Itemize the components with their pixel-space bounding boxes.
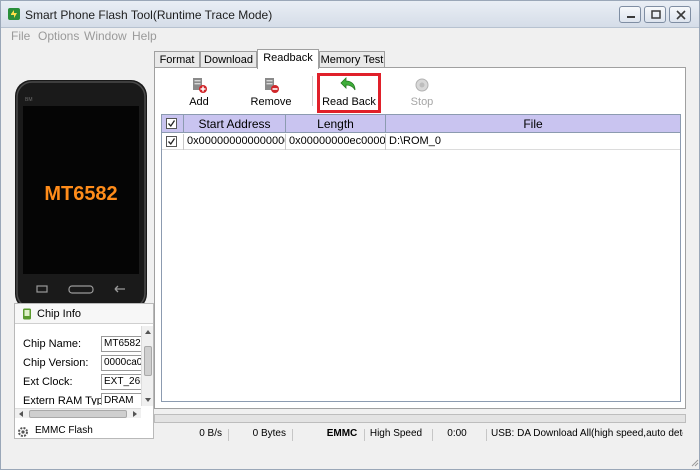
chip-info-panel: Chip Info Chip Name: MT6582 Chip Version… xyxy=(14,303,154,439)
select-all-header[interactable] xyxy=(162,115,184,133)
status-mode: High Speed xyxy=(369,428,423,439)
status-bar: 0 B/s 0 Bytes EMMC High Speed 0:00 USB: … xyxy=(154,428,686,442)
file-cell[interactable]: D:\ROM_0 xyxy=(386,134,680,150)
table-row[interactable]: 0x0000000000000000 0x00000000ec000000 D:… xyxy=(162,134,680,150)
tab-memory-test[interactable]: Memory Test xyxy=(319,51,385,68)
status-time: 0:00 xyxy=(447,428,467,439)
scroll-up-icon[interactable] xyxy=(143,328,153,336)
readback-toolbar: Add Remove Read Back Stop xyxy=(155,68,685,113)
table-header: Start Address Length File xyxy=(162,115,680,133)
storage-label: EMMC Flash xyxy=(35,425,93,436)
status-speed: 0 B/s xyxy=(199,428,222,439)
column-start-address[interactable]: Start Address xyxy=(184,115,286,133)
gear-icon xyxy=(18,427,28,437)
chip-info-vertical-scrollbar[interactable] xyxy=(141,326,153,406)
maximize-button[interactable] xyxy=(644,6,666,23)
chip-name-field[interactable]: MT6582 xyxy=(101,336,143,352)
length-cell[interactable]: 0x00000000ec000000 xyxy=(286,134,386,150)
tab-readback[interactable]: Readback xyxy=(257,49,319,69)
title-bar: Smart Phone Flash Tool(Runtime Trace Mod… xyxy=(1,1,699,28)
chip-version-label: Chip Version: xyxy=(23,357,89,369)
scroll-right-icon[interactable] xyxy=(131,409,139,419)
menu-window[interactable]: Window xyxy=(84,29,127,43)
check-icon xyxy=(168,120,176,128)
chip-info-title: Chip Info xyxy=(37,308,82,320)
row-checkbox-cell[interactable] xyxy=(162,134,184,150)
status-bytes: 0 Bytes xyxy=(252,428,286,439)
scroll-down-icon[interactable] xyxy=(143,396,153,404)
chip-name-row: Chip Name: MT6582 xyxy=(23,336,149,352)
menu-bar: File Options Window Help xyxy=(1,29,699,47)
chip-version-row: Chip Version: 0000ca01 xyxy=(23,355,149,371)
phone-chip-label: MT6582 xyxy=(44,183,117,205)
add-label: Add xyxy=(189,96,209,108)
resize-grip-icon[interactable] xyxy=(689,457,699,467)
column-file[interactable]: File xyxy=(386,115,680,133)
add-icon xyxy=(193,78,207,93)
stop-button[interactable]: Stop xyxy=(392,76,452,110)
status-divider xyxy=(228,429,229,441)
scroll-left-icon[interactable] xyxy=(17,409,25,419)
readback-table: Start Address Length File 0x000000000000… xyxy=(161,114,681,402)
minimize-icon xyxy=(627,16,635,18)
tab-bar: Format Download Readback Memory Test xyxy=(154,49,686,69)
tab-download[interactable]: Download xyxy=(200,51,257,68)
stop-label: Stop xyxy=(410,96,434,108)
device-panel: BM MT6582 Chip Info Chip Name: MT6582 Ch… xyxy=(9,49,154,441)
row-checkbox[interactable] xyxy=(166,136,177,147)
ram-type-row: Extern RAM Type: DRAM xyxy=(23,393,149,405)
chip-info-icon xyxy=(23,308,31,320)
select-all-checkbox[interactable] xyxy=(166,118,177,129)
ext-clock-label: Ext Clock: xyxy=(23,376,73,388)
vertical-scroll-thumb[interactable] xyxy=(144,346,152,376)
stop-icon xyxy=(415,78,429,92)
readback-panel: Add Remove Read Back Stop Start Address … xyxy=(154,67,686,409)
ram-type-field[interactable]: DRAM xyxy=(101,393,143,405)
status-usb: USB: DA Download All(high speed,auto det… xyxy=(491,428,683,439)
close-icon xyxy=(676,10,686,20)
remove-icon xyxy=(265,78,279,93)
chip-name-label: Chip Name: xyxy=(23,338,82,350)
chip-info-header: Chip Info xyxy=(15,304,153,324)
menu-options[interactable]: Options xyxy=(38,29,79,43)
remove-button[interactable]: Remove xyxy=(241,76,301,110)
status-divider xyxy=(486,429,487,441)
status-divider xyxy=(292,429,293,441)
progress-bar xyxy=(154,414,686,423)
minimize-button[interactable] xyxy=(619,6,641,23)
column-length[interactable]: Length xyxy=(286,115,386,133)
menu-help[interactable]: Help xyxy=(132,29,157,43)
ext-clock-field[interactable]: EXT_26M xyxy=(101,374,143,390)
remove-label: Remove xyxy=(250,96,292,108)
phone-brand-text: BM xyxy=(25,97,33,103)
phone-illustration: BM MT6582 xyxy=(15,80,147,310)
read-back-highlight xyxy=(317,73,381,113)
toolbar-separator xyxy=(312,76,313,106)
start-address-cell[interactable]: 0x0000000000000000 xyxy=(184,134,286,150)
horizontal-scroll-thumb[interactable] xyxy=(29,410,127,418)
tab-format[interactable]: Format xyxy=(154,51,200,68)
close-button[interactable] xyxy=(669,6,691,23)
status-divider xyxy=(432,429,433,441)
app-window: Smart Phone Flash Tool(Runtime Trace Mod… xyxy=(0,0,700,470)
chip-info-horizontal-scrollbar[interactable] xyxy=(15,408,141,418)
menu-file[interactable]: File xyxy=(11,29,30,43)
ext-clock-row: Ext Clock: EXT_26M xyxy=(23,374,149,390)
storage-indicator: EMMC Flash xyxy=(11,425,141,439)
sp-flash-tool-icon xyxy=(8,8,20,20)
maximize-icon xyxy=(651,10,661,19)
ram-type-label: Extern RAM Type: xyxy=(23,395,113,405)
status-divider xyxy=(364,429,365,441)
add-button[interactable]: Add xyxy=(169,76,229,110)
status-storage: EMMC xyxy=(326,428,358,439)
window-title: Smart Phone Flash Tool(Runtime Trace Mod… xyxy=(25,8,273,22)
chip-version-field[interactable]: 0000ca01 xyxy=(101,355,143,371)
check-icon xyxy=(168,138,176,146)
